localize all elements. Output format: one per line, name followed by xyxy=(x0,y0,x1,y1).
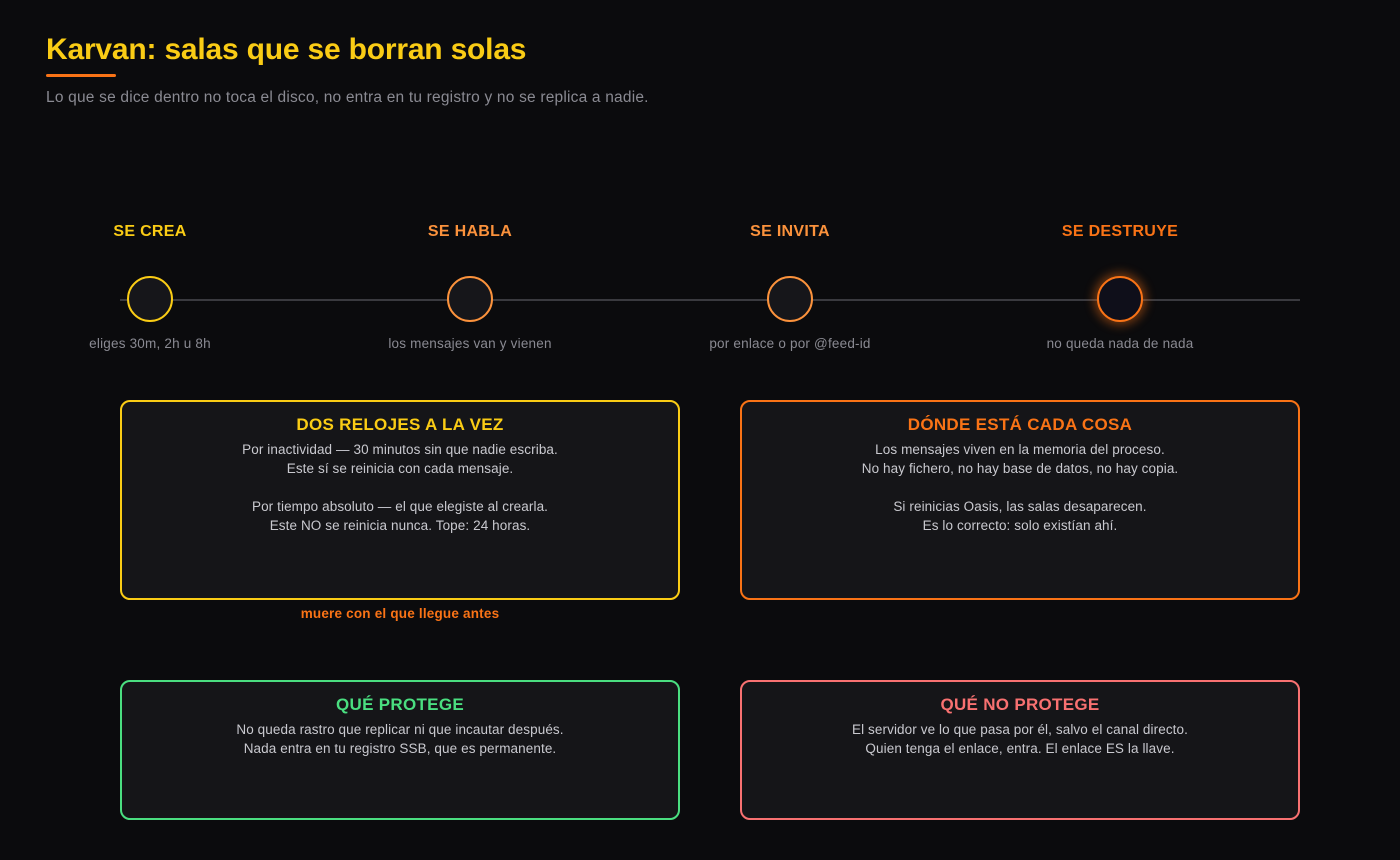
step-destroy: SE DESTRUYE no queda nada de nada xyxy=(1000,220,1240,351)
step-invite: SE INVITA por enlace o por @feed-id xyxy=(670,220,910,351)
card-not-protects-body: El servidor ve lo que pasa por él, salvo… xyxy=(742,720,1298,758)
card-line: Si reinicias Oasis, las salas desaparece… xyxy=(893,499,1147,514)
page-subtitle: Lo que se dice dentro no toca el disco, … xyxy=(46,89,649,106)
clocks-note: muere con el que llegue antes xyxy=(300,606,500,621)
card-line: El servidor ve lo que pasa por él, salvo… xyxy=(852,722,1188,737)
card-two-clocks: DOS RELOJES A LA VEZ Por inactividad — 3… xyxy=(120,400,680,600)
header: Karvan: salas que se borran solas Lo que… xyxy=(46,30,649,107)
step-talk-label: SE HABLA xyxy=(427,223,513,240)
step-invite-node xyxy=(767,276,813,322)
step-create: SE CREA eliges 30m, 2h u 8h xyxy=(30,220,270,351)
step-create-node xyxy=(127,276,173,322)
card-line: Los mensajes viven en la memoria del pro… xyxy=(875,442,1165,457)
card-where-title: DÓNDE ESTÁ CADA COSA xyxy=(907,415,1133,434)
card-two-clocks-title: DOS RELOJES A LA VEZ xyxy=(296,415,504,434)
card-line: Por tiempo absoluto — el que elegiste al… xyxy=(251,499,549,514)
card-line: Quien tenga el enlace, entra. El enlace … xyxy=(865,741,1175,756)
card-two-clocks-body: Por inactividad — 30 minutos sin que nad… xyxy=(122,440,678,535)
page-title: Karvan: salas que se borran solas xyxy=(46,33,527,66)
card-line: No hay fichero, no hay base de datos, no… xyxy=(861,461,1179,476)
step-talk-caption: los mensajes van y vienen xyxy=(388,336,552,351)
step-destroy-caption: no queda nada de nada xyxy=(1046,336,1194,351)
step-destroy-label: SE DESTRUYE xyxy=(1061,223,1179,240)
step-invite-caption: por enlace o por @feed-id xyxy=(709,336,871,351)
step-create-label: SE CREA xyxy=(113,223,187,240)
step-create-caption: eliges 30m, 2h u 8h xyxy=(89,336,211,351)
card-protects: QUÉ PROTEGE No queda rastro que replicar… xyxy=(120,680,680,820)
step-destroy-node xyxy=(1097,276,1143,322)
card-line: Por inactividad — 30 minutos sin que nad… xyxy=(242,442,558,457)
step-talk-node xyxy=(447,276,493,322)
card-line: No queda rastro que replicar ni que inca… xyxy=(236,722,564,737)
card-line: Es lo correcto: solo existían ahí. xyxy=(922,518,1118,533)
title-underline xyxy=(46,74,116,77)
card-line: Este NO se reinicia nunca. Tope: 24 hora… xyxy=(269,518,531,533)
lifecycle-timeline: SE CREA eliges 30m, 2h u 8h SE HABLA los… xyxy=(0,220,1400,370)
card-where-body: Los mensajes viven en la memoria del pro… xyxy=(742,440,1298,535)
card-protects-body: No queda rastro que replicar ni que inca… xyxy=(122,720,678,758)
card-not-protects: QUÉ NO PROTEGE El servidor ve lo que pas… xyxy=(740,680,1300,820)
step-talk: SE HABLA los mensajes van y vienen xyxy=(350,220,590,351)
card-line: Nada entra en tu registro SSB, que es pe… xyxy=(243,741,557,756)
step-invite-label: SE INVITA xyxy=(750,223,830,240)
card-where: DÓNDE ESTÁ CADA COSA Los mensajes viven … xyxy=(740,400,1300,600)
card-protects-title: QUÉ PROTEGE xyxy=(336,695,464,714)
card-not-protects-title: QUÉ NO PROTEGE xyxy=(940,695,1100,714)
card-line: Este sí se reinicia con cada mensaje. xyxy=(286,461,514,476)
